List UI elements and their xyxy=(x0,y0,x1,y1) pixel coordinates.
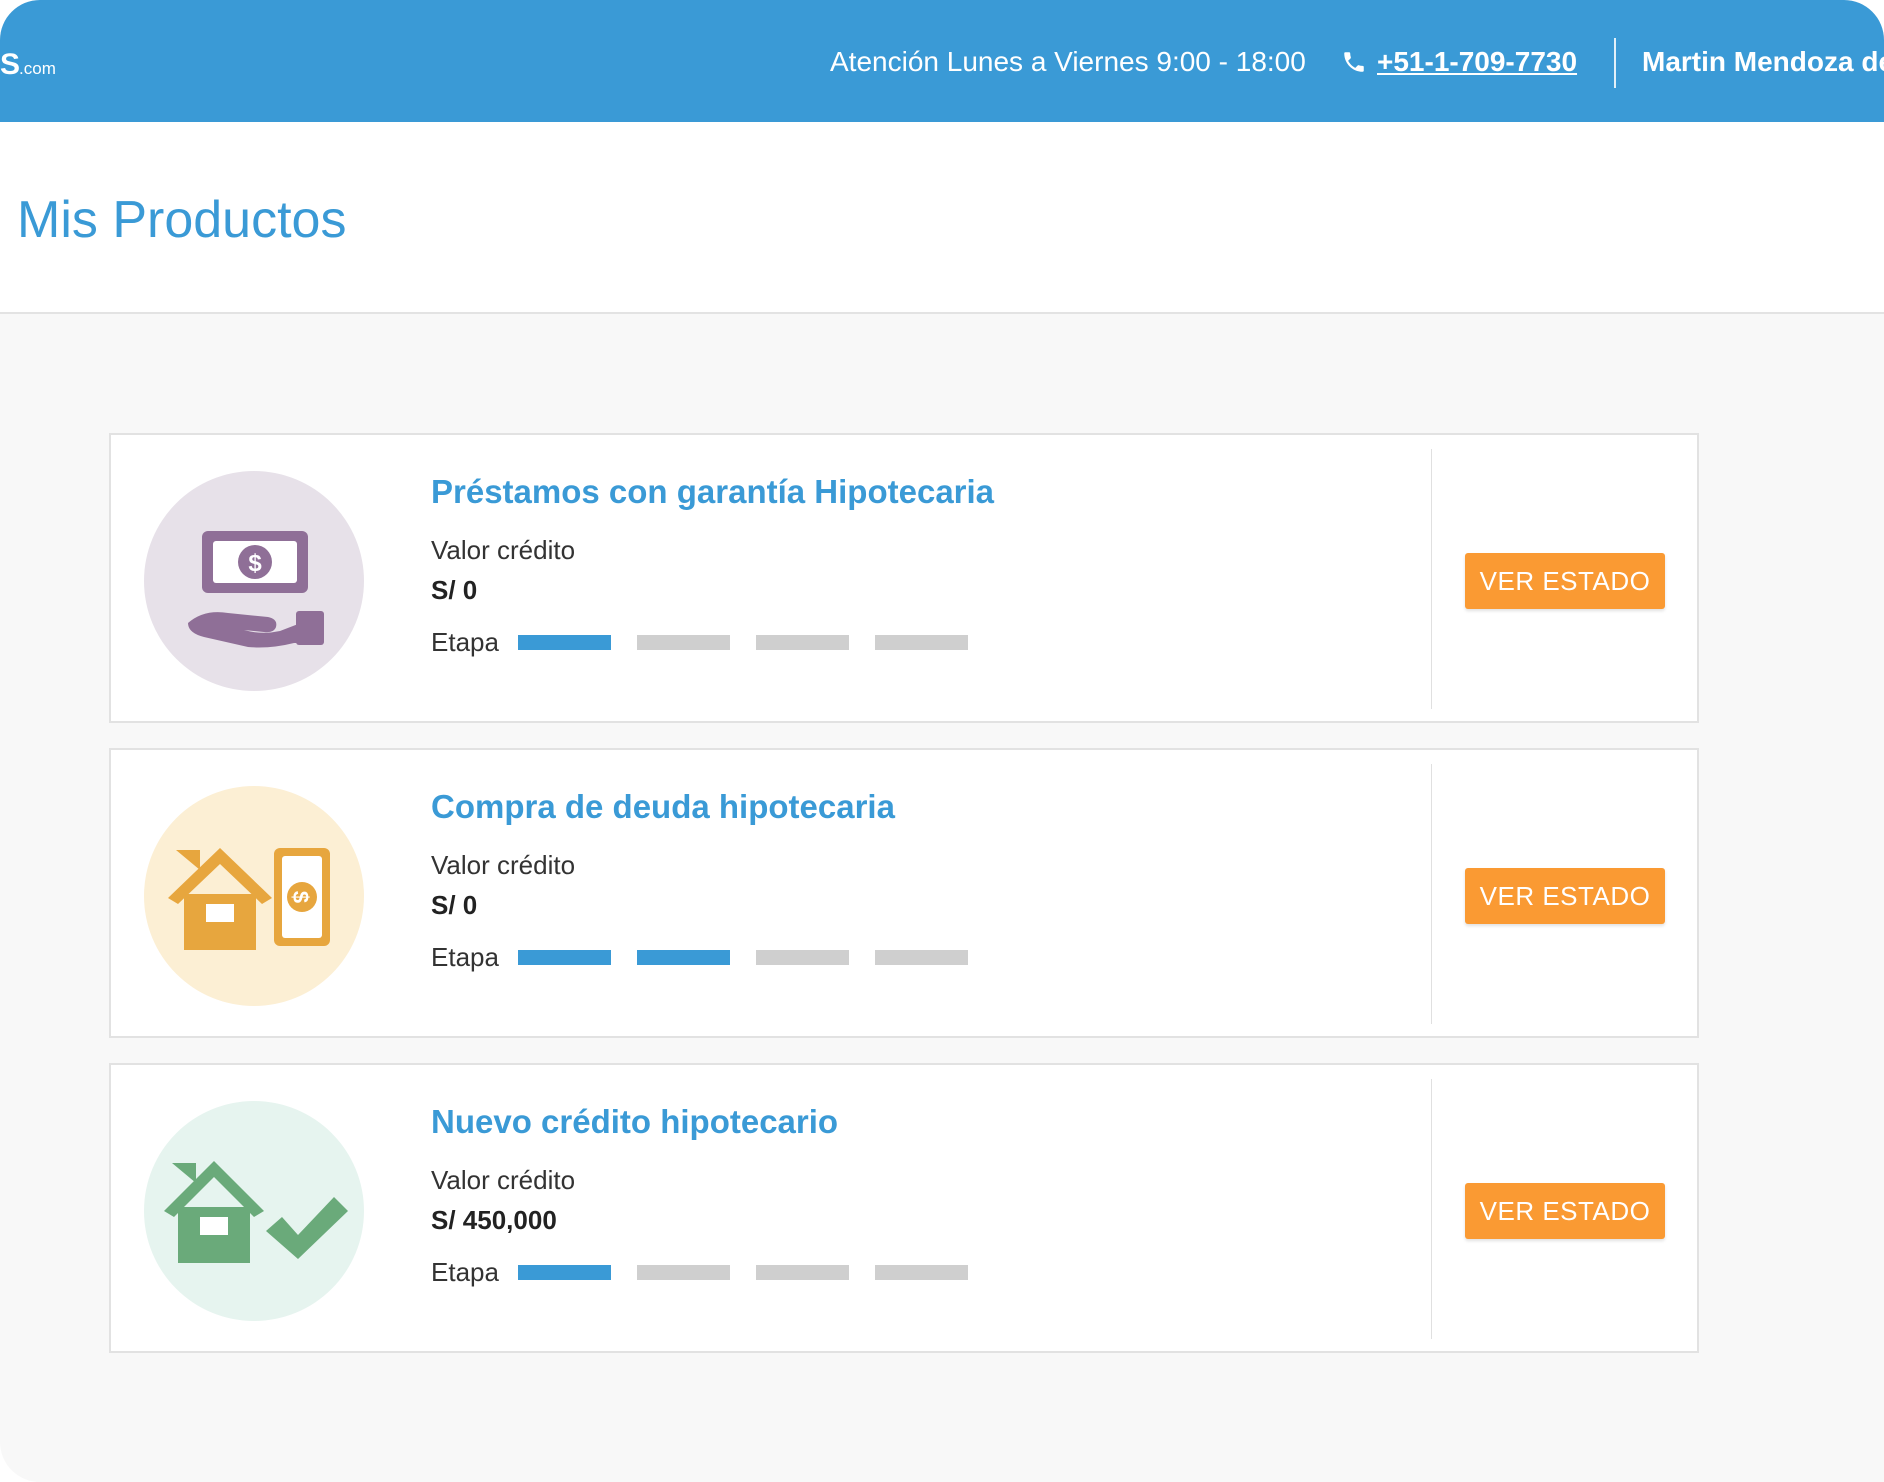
ver-estado-button[interactable]: VER ESTADO xyxy=(1465,1183,1665,1239)
stage-bar-pending xyxy=(875,950,968,965)
logo-suffix: .com xyxy=(19,59,56,78)
product-icon-circle xyxy=(144,1101,364,1321)
app-frame: S.com Atención Lunes a Viernes 9:00 - 18… xyxy=(0,0,1884,1482)
product-card-compra-deuda: $ Compra de deuda hipotecaria Valor créd… xyxy=(109,748,1699,1038)
stage-bar-pending xyxy=(875,635,968,650)
stage-label: Etapa xyxy=(431,627,499,657)
credit-value-label: Valor crédito xyxy=(431,850,576,880)
ver-estado-button[interactable]: VER ESTADO xyxy=(1465,553,1665,609)
stage-progress xyxy=(518,1265,994,1280)
stage-progress xyxy=(518,635,994,650)
product-icon-circle: $ xyxy=(144,471,364,691)
svg-text:$: $ xyxy=(248,550,262,577)
ver-estado-button[interactable]: VER ESTADO xyxy=(1465,868,1665,924)
card-divider xyxy=(1431,1079,1432,1339)
product-title[interactable]: Compra de deuda hipotecaria xyxy=(431,788,895,826)
stage-bar-complete xyxy=(518,1265,611,1280)
credit-value-amount: S/ 450,000 xyxy=(431,1205,557,1235)
credit-value-label: Valor crédito xyxy=(431,1165,576,1195)
logo[interactable]: S.com xyxy=(0,48,56,82)
money-hand-icon: $ xyxy=(188,531,324,648)
phone-link[interactable]: +51-1-709-7730 xyxy=(1377,46,1577,78)
top-bar: S.com Atención Lunes a Viernes 9:00 - 18… xyxy=(0,0,1884,122)
stage-bar-complete xyxy=(637,950,730,965)
card-divider xyxy=(1431,449,1432,709)
stage-bar-pending xyxy=(756,950,849,965)
product-card-nuevo-credito: Nuevo crédito hipotecario Valor crédito … xyxy=(109,1063,1699,1353)
logo-fragment: S xyxy=(0,48,20,81)
stage-bar-pending xyxy=(756,635,849,650)
stage-bar-pending xyxy=(637,1265,730,1280)
credit-value-amount: S/ 0 xyxy=(431,575,478,605)
svg-text:$: $ xyxy=(288,891,313,903)
stage-label: Etapa xyxy=(431,1257,499,1287)
product-icon-circle: $ xyxy=(144,786,364,1006)
topbar-divider xyxy=(1614,38,1616,88)
credit-value-amount: S/ 0 xyxy=(431,890,478,920)
stage-bar-complete xyxy=(518,950,611,965)
credit-value-label: Valor crédito xyxy=(431,535,576,565)
support-hours: Atención Lunes a Viernes 9:00 - 18:00 xyxy=(830,46,1306,77)
page-title: Mis Productos xyxy=(17,191,347,249)
product-title[interactable]: Préstamos con garantía Hipotecaria xyxy=(431,473,994,511)
phone-contact: +51-1-709-7730 xyxy=(1341,46,1577,78)
stage-bar-complete xyxy=(518,635,611,650)
house-money-icon: $ xyxy=(168,848,330,950)
product-card-prestamos: $ Préstamos con garantía Hipotecaria Val… xyxy=(109,433,1699,723)
stage-bar-pending xyxy=(637,635,730,650)
stage-progress xyxy=(518,950,994,965)
product-title[interactable]: Nuevo crédito hipotecario xyxy=(431,1103,838,1141)
stage-label: Etapa xyxy=(431,942,499,972)
card-divider xyxy=(1431,764,1432,1024)
phone-icon xyxy=(1341,49,1367,75)
user-menu[interactable]: Martin Mendoza de xyxy=(1642,46,1884,78)
house-check-icon xyxy=(164,1161,348,1263)
stage-bar-pending xyxy=(756,1265,849,1280)
stage-bar-pending xyxy=(875,1265,968,1280)
